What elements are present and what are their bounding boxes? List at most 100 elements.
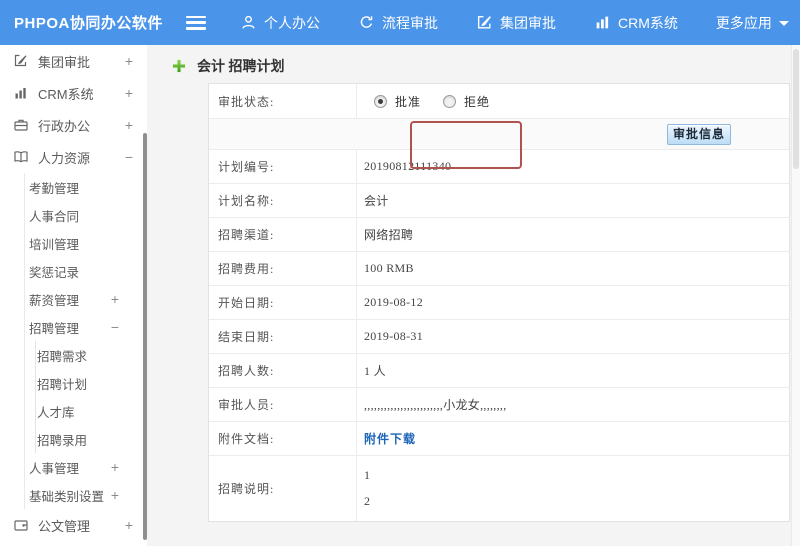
field-label: 审批状态:	[209, 84, 357, 118]
field-value: 2019-08-12	[357, 286, 789, 319]
form-row: 招聘人数: 1 人	[209, 354, 789, 388]
field-label: 结束日期:	[209, 320, 357, 353]
field-value-text: 100 RMB	[364, 261, 414, 275]
field-value-text: ,,,,,,,,,,,,,,,,,,,,,,,,小龙女,,,,,,,,	[364, 398, 507, 412]
app-logo: PHPOA协同办公软件	[14, 15, 163, 32]
field-label: 开始日期:	[209, 286, 357, 319]
field-value-text: 2019-08-31	[364, 329, 423, 343]
sidebar-item[interactable]: 招聘录用	[24, 425, 147, 453]
field-value-line: 2	[364, 494, 371, 508]
field-value: ,,,,,,,,,,,,,,,,,,,,,,,,小龙女,,,,,,,,	[357, 388, 789, 421]
field-value-text: 会计	[364, 194, 389, 208]
field-value: 100 RMB	[357, 252, 789, 285]
detail-form: 审批状态: 批准 拒绝 审批信息 计划编号: 20190812111340 计划…	[208, 83, 790, 522]
attachment-download-link[interactable]: 附件下载	[364, 430, 416, 447]
expand-toggle-icon[interactable]: +	[125, 518, 133, 532]
form-row: 招聘渠道: 网络招聘	[209, 218, 789, 252]
nav-personal-office[interactable]: 个人办公	[240, 13, 320, 33]
sidebar-item[interactable]: 人事合同	[24, 201, 147, 229]
sidebar-item[interactable]: CRM系统 +	[0, 77, 147, 109]
radio-reject[interactable]	[443, 94, 457, 108]
field-label: 招聘渠道:	[209, 218, 357, 251]
sidebar-item[interactable]: 行政办公 +	[0, 109, 147, 141]
field-value: 20190812111340	[357, 150, 789, 183]
sidebar-item[interactable]: 公文管理 +	[0, 509, 147, 541]
field-label: 审批人员:	[209, 388, 357, 421]
bar-chart-icon	[12, 85, 29, 102]
caret-down-icon	[778, 21, 789, 26]
edit-icon	[12, 53, 29, 70]
wallet-icon	[12, 517, 29, 534]
form-row: 计划名称: 会计	[209, 184, 789, 218]
expand-toggle-icon[interactable]: +	[111, 292, 119, 306]
field-value-text: 20190812111340	[364, 159, 452, 173]
user-icon	[240, 14, 257, 31]
form-row: 结束日期: 2019-08-31	[209, 320, 789, 354]
top-bar: PHPOA协同办公软件 个人办公 流程审批 集团审批 CRM系统 更多应用	[0, 0, 800, 45]
expand-toggle-icon[interactable]: −	[125, 150, 133, 164]
menu-icon[interactable]	[186, 15, 206, 30]
sidebar-item[interactable]: 招聘需求	[24, 341, 147, 369]
sidebar-item[interactable]: 奖惩记录	[24, 257, 147, 285]
field-value: 附件下载	[357, 422, 789, 455]
radio-approve[interactable]	[374, 94, 387, 108]
field-value-text: 2019-08-12	[364, 295, 423, 309]
sidebar-item[interactable]: 集团审批 +	[0, 45, 147, 77]
form-row: 审批人员: ,,,,,,,,,,,,,,,,,,,,,,,,小龙女,,,,,,,…	[209, 388, 789, 422]
book-icon	[12, 149, 29, 166]
field-value: 12	[357, 456, 789, 521]
expand-toggle-icon[interactable]: +	[111, 488, 119, 502]
page-title: 会计 招聘计划	[171, 56, 285, 76]
nav-process-approval[interactable]: 流程审批	[358, 13, 438, 33]
plus-icon	[171, 58, 187, 74]
expand-toggle-icon[interactable]: −	[111, 320, 119, 334]
form-row: 招聘费用: 100 RMB	[209, 252, 789, 286]
sidebar-item[interactable]: 考勤管理	[24, 173, 147, 201]
field-label: 计划编号:	[209, 150, 357, 183]
sidebar-item[interactable]: 人力资源 −	[0, 141, 147, 173]
field-value-text: 1 人	[364, 364, 386, 378]
main-content: 会计 招聘计划 审批状态: 批准 拒绝 审批信息 计划编号: 201908121…	[147, 45, 800, 546]
page-scrollbar[interactable]	[791, 45, 800, 546]
approval-radio-group: 批准 拒绝	[364, 93, 504, 110]
field-label: 附件文档:	[209, 422, 357, 455]
briefcase-icon	[12, 117, 29, 134]
approval-info-button[interactable]: 审批信息	[667, 123, 731, 145]
form-row: 招聘说明: 12	[209, 456, 789, 521]
sidebar-scrollbar-thumb[interactable]	[143, 133, 147, 540]
top-navigation: 个人办公 流程审批 集团审批 CRM系统 更多应用	[240, 13, 789, 33]
form-row: 开始日期: 2019-08-12	[209, 286, 789, 320]
sidebar-item[interactable]: 基础类别设置 +	[24, 481, 147, 509]
nav-crm-system[interactable]: CRM系统	[594, 13, 678, 33]
form-row: 计划编号: 20190812111340	[209, 150, 789, 184]
field-label: 计划名称:	[209, 184, 357, 217]
sidebar-item[interactable]: 培训管理	[24, 229, 147, 257]
field-value: 1 人	[357, 354, 789, 387]
field-value-text: 网络招聘	[364, 228, 414, 242]
sidebar-item[interactable]: 人才库	[24, 397, 147, 425]
sidebar-item[interactable]: 招聘管理 −	[24, 313, 147, 341]
nav-more-apps[interactable]: 更多应用	[716, 13, 789, 33]
process-icon	[358, 14, 375, 31]
sidebar: 集团审批 + CRM系统 + 行政办公 + 人力资源 − 考勤管理 人事合同 培…	[0, 45, 147, 546]
form-row-actions: 审批信息	[209, 119, 789, 150]
expand-toggle-icon[interactable]: +	[111, 460, 119, 474]
field-label: 招聘说明:	[209, 456, 357, 521]
sidebar-item[interactable]: 用车管理 +	[0, 541, 147, 546]
nav-group-approval[interactable]: 集团审批	[476, 13, 556, 33]
page-scrollbar-thumb[interactable]	[793, 49, 799, 169]
expand-toggle-icon[interactable]: +	[125, 54, 133, 68]
field-label: 招聘人数:	[209, 354, 357, 387]
field-value-line: 1	[364, 468, 371, 482]
sidebar-item[interactable]: 人事管理 +	[24, 453, 147, 481]
expand-toggle-icon[interactable]: +	[125, 118, 133, 132]
form-row-approval-status: 审批状态: 批准 拒绝	[209, 84, 789, 119]
form-row: 附件文档: 附件下载	[209, 422, 789, 456]
field-value: 网络招聘	[357, 218, 789, 251]
sidebar-item[interactable]: 薪资管理 +	[24, 285, 147, 313]
bar-chart-icon	[594, 14, 611, 31]
expand-toggle-icon[interactable]: +	[125, 86, 133, 100]
field-value: 2019-08-31	[357, 320, 789, 353]
sidebar-item[interactable]: 招聘计划	[24, 369, 147, 397]
field-label: 招聘费用:	[209, 252, 357, 285]
